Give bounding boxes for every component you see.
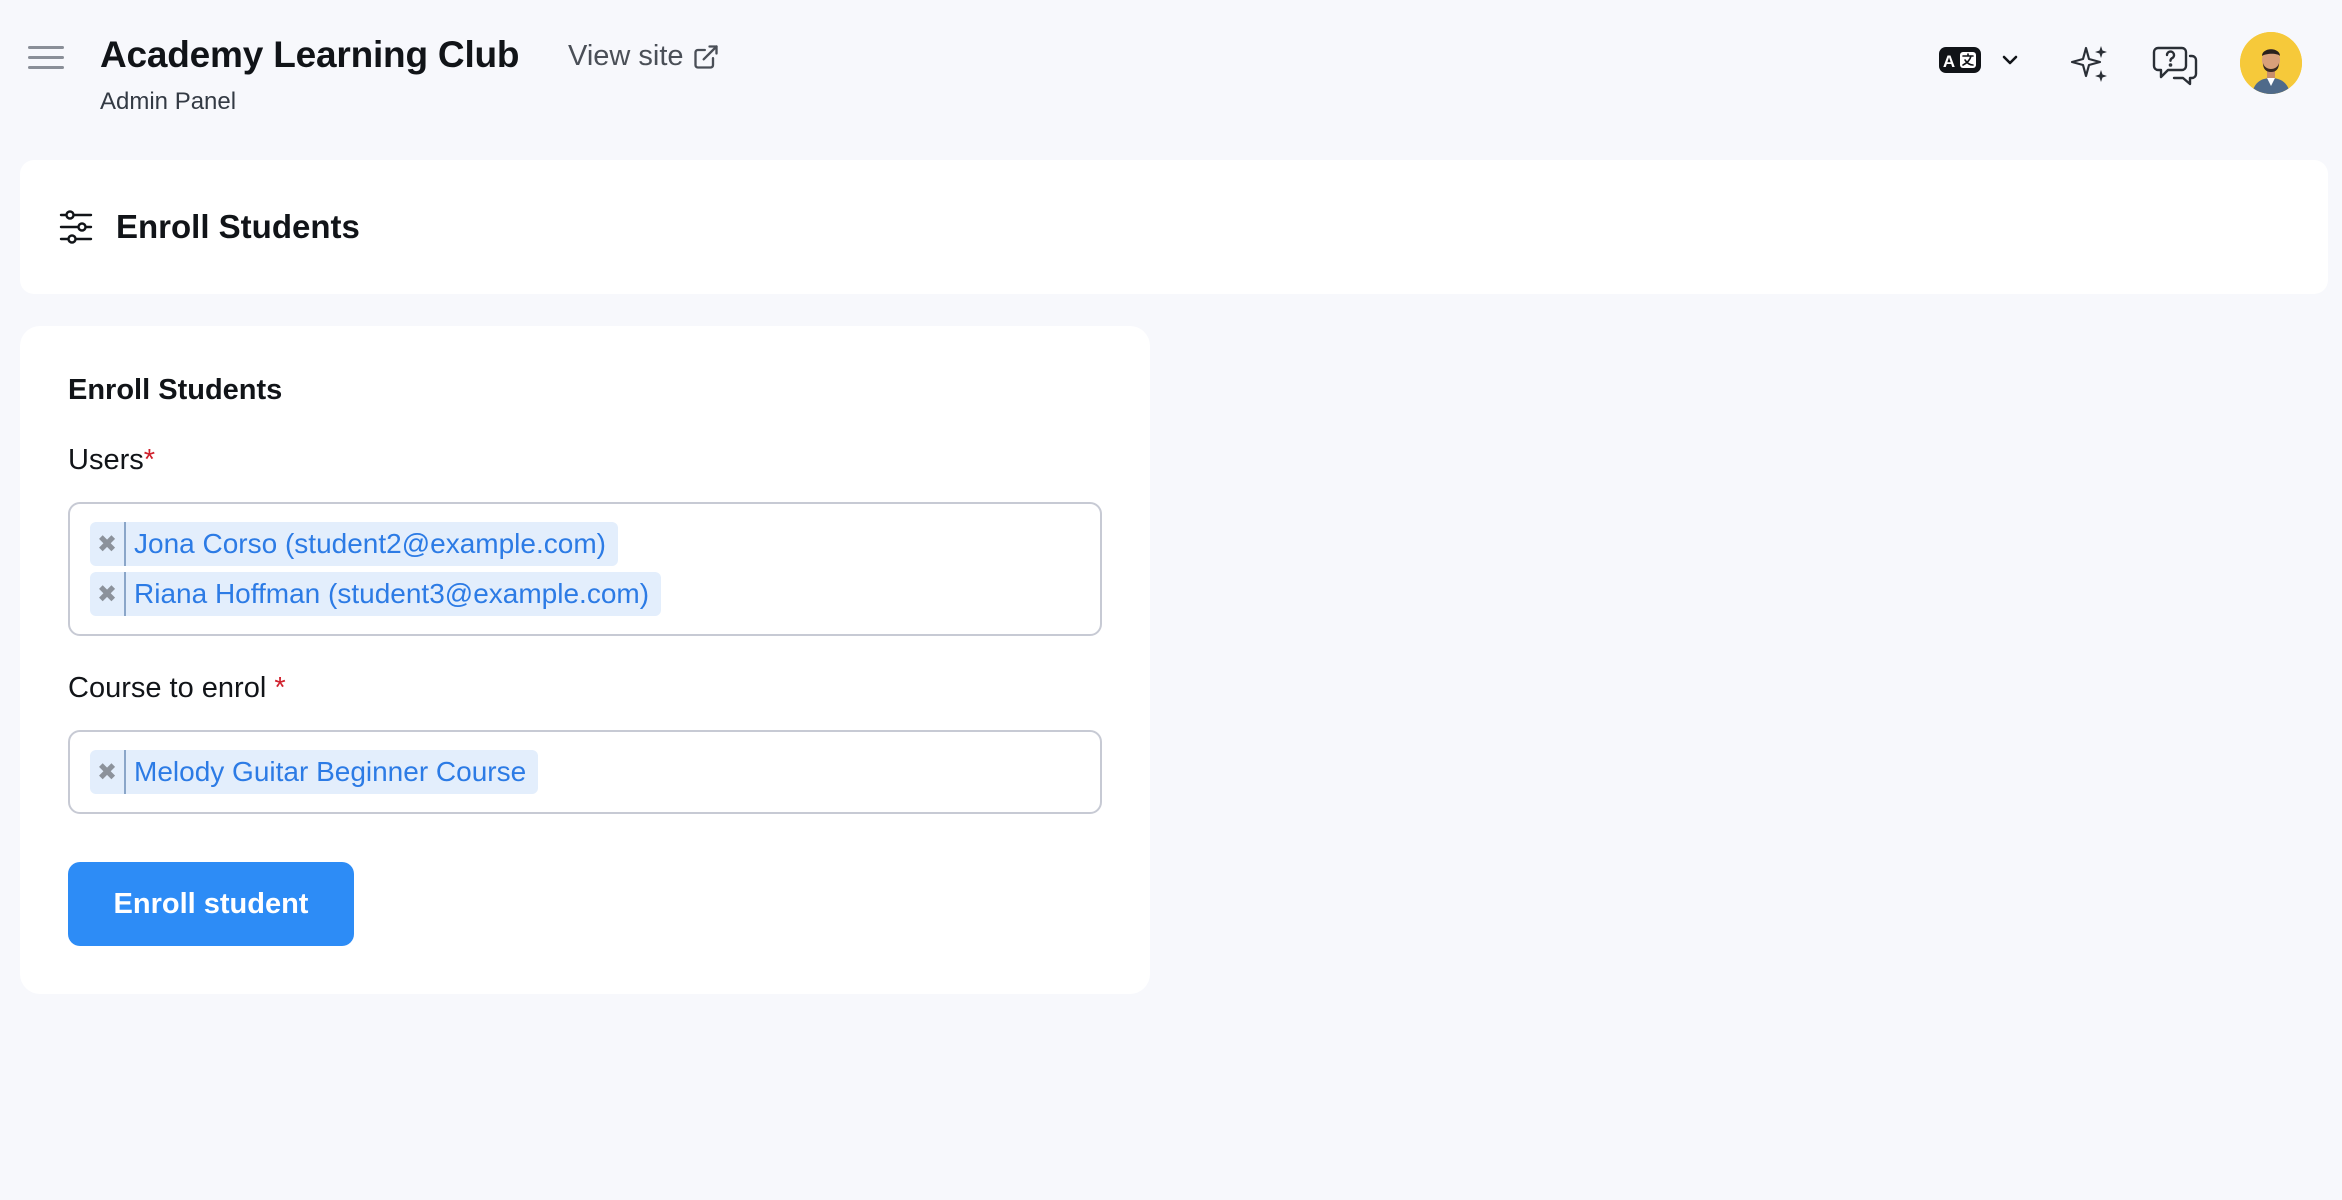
enroll-form-card: Enroll Students Users* ✖ Jona Corso (stu…: [20, 326, 1150, 994]
chevron-down-icon: [2002, 55, 2018, 65]
course-label-text: Course to enrol: [68, 672, 275, 704]
tag-label: Jona Corso (student2@example.com): [134, 528, 606, 559]
selected-user-tag: ✖ Jona Corso (student2@example.com): [90, 522, 618, 566]
sliders-icon: [59, 210, 93, 244]
view-site-label: View site: [568, 40, 684, 72]
remove-tag-icon[interactable]: ✖: [90, 572, 126, 616]
help-chat-icon[interactable]: [2152, 42, 2198, 86]
tag-label: Melody Guitar Beginner Course: [134, 756, 527, 787]
language-selector[interactable]: A: [1938, 44, 2022, 76]
user-avatar[interactable]: [2240, 32, 2302, 94]
top-header: Academy Learning Club Admin Panel View s…: [0, 0, 2342, 150]
app-title: Academy Learning Club: [100, 34, 520, 75]
form-heading: Enroll Students: [68, 374, 283, 406]
course-label: Course to enrol *: [68, 672, 286, 705]
users-multiselect[interactable]: ✖ Jona Corso (student2@example.com) ✖ Ri…: [68, 502, 1102, 636]
course-required-mark: *: [274, 672, 286, 704]
selected-course-tag: ✖ Melody Guitar Beginner Course: [90, 750, 539, 794]
translate-icon: A: [1939, 47, 1981, 73]
users-label: Users*: [68, 444, 155, 477]
course-select[interactable]: ✖ Melody Guitar Beginner Course: [68, 730, 1102, 814]
users-required-mark: *: [143, 444, 156, 476]
enroll-student-button[interactable]: Enroll student: [68, 862, 354, 946]
page-title-bar: Enroll Students: [20, 160, 2328, 294]
avatar-person-icon: [2240, 32, 2302, 94]
view-site-link[interactable]: View site: [568, 40, 720, 73]
sparkles-icon[interactable]: [2068, 42, 2112, 86]
external-link-icon: [693, 44, 718, 69]
hamburger-menu-icon[interactable]: [28, 46, 64, 78]
remove-tag-icon[interactable]: ✖: [90, 750, 126, 794]
remove-tag-icon[interactable]: ✖: [90, 522, 126, 566]
selected-user-tag: ✖ Riana Hoffman (student3@example.com): [90, 572, 662, 616]
svg-text:A: A: [1943, 52, 1955, 71]
users-label-text: Users: [68, 444, 144, 476]
page-title: Enroll Students: [116, 208, 360, 245]
app-subtitle: Admin Panel: [100, 88, 237, 115]
tag-label: Riana Hoffman (student3@example.com): [134, 578, 650, 609]
